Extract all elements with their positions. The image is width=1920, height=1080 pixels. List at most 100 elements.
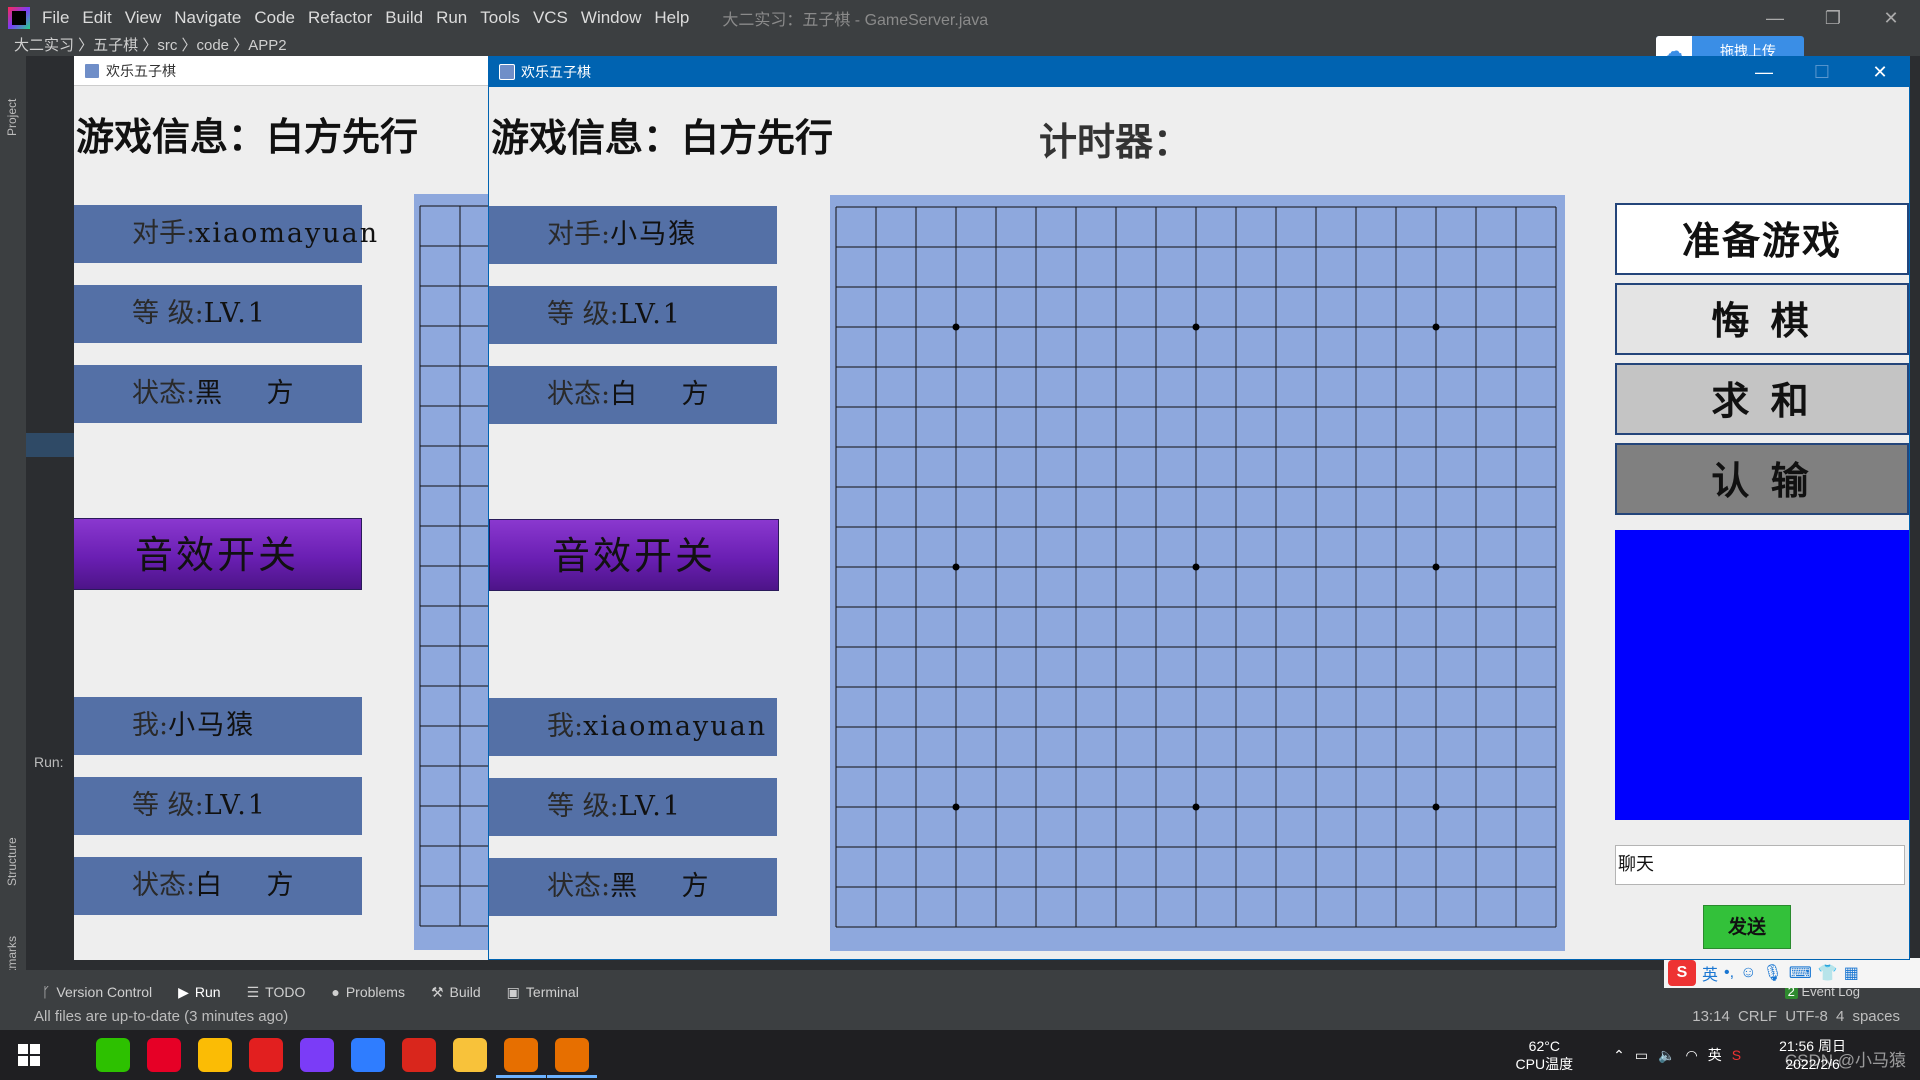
close-icon[interactable]: ✕ <box>1862 0 1920 36</box>
menu-help[interactable]: Help <box>654 8 689 28</box>
window-title: 欢乐五子棋 <box>521 64 591 80</box>
label: 状态: <box>547 379 611 410</box>
send-button[interactable]: 发送 <box>1703 905 1791 949</box>
menu-edit[interactable]: Edit <box>82 8 111 28</box>
menu-navigate[interactable]: Navigate <box>174 8 241 28</box>
star-point <box>952 803 960 811</box>
maximize-icon[interactable]: ☐ <box>1793 57 1851 87</box>
wifi-icon[interactable]: ◠ <box>1686 1047 1708 1063</box>
label: 对手: <box>132 218 196 249</box>
opponent-level: 等 级:LV.1 <box>489 286 777 344</box>
menu-window[interactable]: Window <box>581 8 641 28</box>
structure-tab[interactable]: Structure <box>5 837 19 886</box>
project-tab[interactable]: Project <box>5 99 19 136</box>
breadcrumb: 大二实习 〉五子棋 〉src 〉code 〉APP2 <box>0 36 1920 56</box>
file-explorer-icon[interactable] <box>453 1038 487 1072</box>
sogou-tray-icon[interactable]: S <box>1732 1047 1751 1063</box>
keyboard-icon[interactable]: ⌨ <box>1789 963 1812 983</box>
ime-toolbar[interactable]: S 英 •, ☺ 🎙 ⌨ 👕 ▦ <box>1664 958 1920 988</box>
tab-run[interactable]: ▶ Run <box>178 984 220 1001</box>
sound-toggle-button[interactable]: 音效开关 <box>489 519 779 591</box>
minimize-icon[interactable]: — <box>1746 0 1804 36</box>
menu-code[interactable]: Code <box>254 8 295 28</box>
opponent-status: 状态:黑 方 <box>74 365 362 423</box>
ime-lang[interactable]: 英 <box>1702 961 1718 985</box>
tab-problems[interactable]: ● Problems <box>331 984 405 1000</box>
chevron-up-icon[interactable]: ⌃ <box>1613 1047 1635 1063</box>
menu-file[interactable]: File <box>42 8 69 28</box>
window-titlebar[interactable]: 欢乐五子棋 <box>74 56 488 86</box>
sound-toggle-button[interactable]: 音效开关 <box>74 518 362 590</box>
tab-todo[interactable]: ☰ TODO <box>247 984 306 1001</box>
tab-terminal[interactable]: ▣ Terminal <box>507 984 579 1001</box>
youdao-icon[interactable] <box>249 1038 283 1072</box>
temp-label: CPU温度 <box>1515 1056 1574 1072</box>
netease-music-icon[interactable] <box>147 1038 181 1072</box>
tab-build[interactable]: ⚒ Build <box>431 984 481 1001</box>
status-right: 13:14 CRLF UTF-8 4 spaces <box>1692 1008 1900 1025</box>
battery-icon[interactable]: ▭ <box>1635 1047 1658 1063</box>
menu-refactor[interactable]: Refactor <box>308 8 372 28</box>
windows-start-icon[interactable] <box>18 1044 40 1066</box>
menu-tools[interactable]: Tools <box>480 8 520 28</box>
label: 等 级: <box>547 791 619 822</box>
timer-label: 计时器： <box>1039 120 1192 164</box>
label: 等 级: <box>132 790 204 821</box>
go-board[interactable] <box>830 195 1565 951</box>
game-window-front[interactable]: 欢乐五子棋 — ☐ ✕ 游戏信息：白方先行 计时器： 对手:小马猿 等 级:LV… <box>488 56 1910 960</box>
mic-icon[interactable]: 🎙 <box>1762 963 1782 983</box>
ide-left-toolbar: Project Structure Bookmarks <box>0 56 26 996</box>
grid-icon[interactable]: ▦ <box>1844 963 1859 983</box>
app-icon <box>84 62 100 79</box>
emoji-icon[interactable]: ☺ <box>1740 964 1756 982</box>
undo-button[interactable]: 悔 棋 <box>1615 283 1909 355</box>
board-grid[interactable] <box>830 195 1565 951</box>
star-point <box>1192 563 1200 571</box>
resign-button[interactable]: 认 输 <box>1615 443 1909 515</box>
minimize-icon[interactable]: — <box>1735 57 1793 87</box>
restore-icon[interactable]: ❐ <box>1804 0 1862 36</box>
project-tree <box>26 56 74 970</box>
menu-view[interactable]: View <box>125 8 162 28</box>
my-level: 等 级:LV.1 <box>74 777 362 835</box>
volume-icon[interactable]: 🔈 <box>1658 1047 1685 1063</box>
star-point <box>1432 323 1440 331</box>
punct-icon[interactable]: •, <box>1724 964 1734 982</box>
ready-button[interactable]: 准备游戏 <box>1615 203 1909 275</box>
chat-display-panel <box>1615 530 1909 820</box>
game-window-back[interactable]: 欢乐五子棋 游戏信息：白方先行 对手:xiaomayuan 等 级:LV.1 状… <box>74 56 488 960</box>
board-grid[interactable] <box>414 194 488 950</box>
value: LV.1 <box>618 299 682 330</box>
menu-run[interactable]: Run <box>436 8 467 28</box>
branch-icon: ᚴ <box>42 984 51 1000</box>
wps-icon[interactable] <box>402 1038 436 1072</box>
close-icon[interactable]: ✕ <box>1851 57 1909 87</box>
intellij-icon[interactable] <box>300 1038 334 1072</box>
menu-build[interactable]: Build <box>385 8 423 28</box>
ime-lang-tray[interactable]: 英 <box>1708 1047 1732 1063</box>
menu-vcs[interactable]: VCS <box>533 8 568 28</box>
chat-input[interactable]: 聊天 <box>1615 845 1905 885</box>
label: 等 级: <box>132 298 204 329</box>
cpu-temperature[interactable]: 62°C CPU温度 <box>1516 1037 1574 1073</box>
terminal-icon: ▣ <box>506 983 520 1000</box>
tab-label: Terminal <box>525 984 579 1000</box>
java-icon[interactable] <box>496 1038 546 1078</box>
skin-icon[interactable]: 👕 <box>1818 963 1838 983</box>
chrome-icon[interactable] <box>198 1038 232 1072</box>
java-icon-2[interactable] <box>547 1038 597 1078</box>
label: 对手: <box>547 219 611 250</box>
value: 小马猿 <box>168 710 256 741</box>
game-info: 游戏信息：白方先行 <box>491 116 834 160</box>
value: 黑 方 <box>195 378 296 409</box>
window-title: 欢乐五子棋 <box>106 62 176 79</box>
opponent-name: 对手:xiaomayuan <box>74 205 377 263</box>
wechat-icon[interactable] <box>96 1038 130 1072</box>
tray-icons[interactable]: ⌃▭🔈◠英S <box>1613 1045 1751 1065</box>
go-board[interactable] <box>414 194 488 950</box>
star-point <box>1432 563 1440 571</box>
window-titlebar[interactable]: 欢乐五子棋 <box>489 57 1909 87</box>
draw-button[interactable]: 求 和 <box>1615 363 1909 435</box>
baidu-netdisk-icon[interactable] <box>351 1038 385 1072</box>
tab-version-control[interactable]: ᚴ Version Control <box>42 984 152 1000</box>
